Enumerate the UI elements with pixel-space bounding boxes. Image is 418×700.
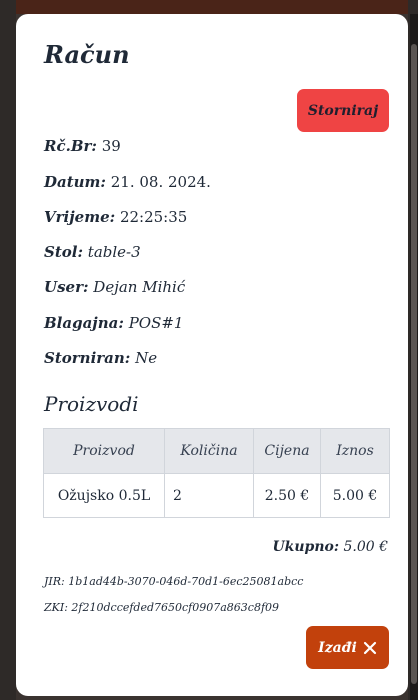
table-header-row: Proizvod Količina Cijena Iznos [43,428,390,474]
receipt-table: Stol: table-3 [44,243,141,261]
table-row: Ožujsko 0.5L 2 2.50 € 5.00 € [43,473,390,518]
field-value: Dejan Mihić [93,278,186,296]
receipt-voided: Storniran: Ne [44,349,157,367]
column-header: Količina [164,428,254,474]
column-header: Proizvod [43,428,165,474]
scrollbar-thumb[interactable] [411,44,417,684]
receipt-date: Datum: 21. 08. 2024. [44,173,211,191]
receipt-modal: Račun Storniraj Rč.Br: 39 Datum: 21. 08.… [16,14,408,696]
field-value: POS#1 [128,314,184,332]
field-value: 21. 08. 2024. [110,173,211,191]
total-label: Ukupno: [272,539,340,555]
column-header: Iznos [320,428,390,474]
field-label: Vrijeme: [44,208,116,226]
field-value: table-3 [87,243,141,261]
field-label: Stol: [44,243,84,261]
field-label: Storniran: [44,349,131,367]
quantity-cell: 2 [164,473,254,518]
jir-value: 1b1ad44b-3070-046d-70d1-6ec25081abcc [68,575,304,588]
total-line: Ukupno: 5.00 € [272,539,388,555]
backdrop [0,0,16,700]
zki-value: 2f210dccefded7650cf0907a863c8f09 [71,601,280,614]
price-cell: 2.50 € [253,473,321,518]
jir-line: JIR: 1b1ad44b-3070-046d-70d1-6ec25081abc… [44,575,303,588]
jir-label: JIR: [44,575,65,588]
modal-title: Račun [44,40,130,69]
field-label: Rč.Br: [44,137,97,155]
receipt-register: Blagajna: POS#1 [44,314,183,332]
exit-button-label: Izađi [318,639,357,656]
exit-button[interactable]: Izađi [306,626,389,669]
scrollbar[interactable] [410,14,418,700]
receipt-number: Rč.Br: 39 [44,137,121,155]
total-value: 5.00 € [343,539,388,555]
field-value: Ne [135,349,158,367]
top-bar [0,0,418,14]
product-name-cell: Ožujsko 0.5L [43,473,165,518]
amount-cell: 5.00 € [320,473,390,518]
zki-line: ZKI: 2f210dccefded7650cf0907a863c8f09 [44,601,279,614]
void-button[interactable]: Storniraj [297,89,389,132]
column-header: Cijena [253,428,321,474]
products-table: Proizvod Količina Cijena Iznos Ožujsko 0… [43,428,390,518]
products-heading: Proizvodi [44,392,139,416]
receipt-user: User: Dejan Mihić [44,278,185,296]
field-value: 39 [101,137,121,155]
receipt-time: Vrijeme: 22:25:35 [44,208,187,226]
field-label: User: [44,278,89,296]
field-value: 22:25:35 [119,208,188,226]
close-icon [363,641,376,654]
zki-label: ZKI: [44,601,68,614]
field-label: Datum: [44,173,106,191]
field-label: Blagajna: [44,314,124,332]
